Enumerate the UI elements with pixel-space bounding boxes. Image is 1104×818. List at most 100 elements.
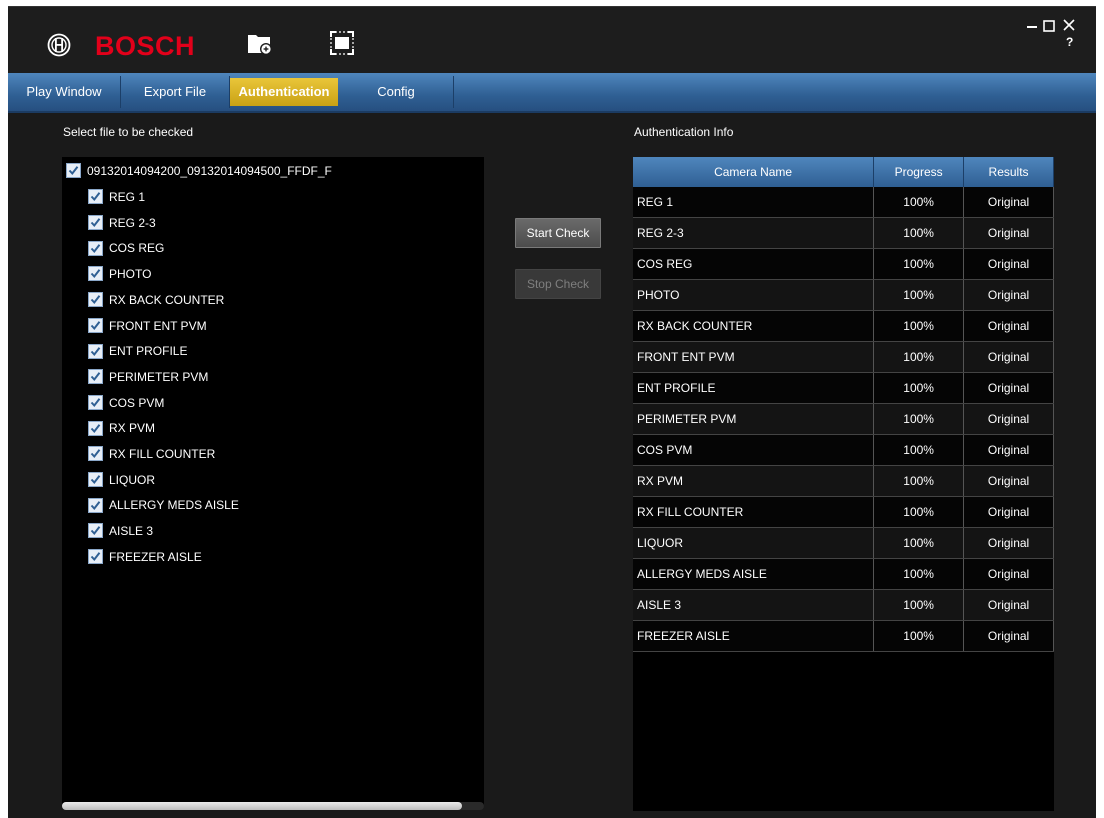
checkbox[interactable] [88,292,103,308]
tree-item[interactable]: REG 2-3 [88,213,156,233]
checkbox[interactable] [88,497,103,513]
tab-export-file[interactable]: Export File [121,76,230,108]
table-row[interactable]: FREEZER AISLE 100% Original [633,620,1054,652]
tree-item[interactable]: RX FILL COUNTER [88,444,215,464]
camera-name-cell: RX BACK COUNTER [633,310,875,342]
checkbox[interactable] [88,240,103,256]
table-row[interactable]: COS PVM 100% Original [633,434,1054,466]
result-cell: Original [963,496,1054,528]
checkbox[interactable] [88,215,103,231]
tree-root[interactable]: 09132014094200_09132014094500_FFDF_F [66,161,332,181]
tree-item[interactable]: FREEZER AISLE [88,547,202,567]
checkbox[interactable] [88,394,103,410]
table-row[interactable]: REG 1 100% Original [633,187,1054,218]
camera-name-cell: ALLERGY MEDS AISLE [633,558,875,590]
checkbox[interactable] [88,420,103,436]
table-row[interactable]: FRONT ENT PVM 100% Original [633,341,1054,373]
checkbox[interactable] [88,472,103,488]
stop-check-button[interactable]: Stop Check [515,269,601,299]
checkbox[interactable] [88,523,103,539]
tree-item-label: RX PVM [109,421,156,436]
table-row[interactable]: REG 2-3 100% Original [633,217,1054,249]
column-header-camera-name[interactable]: Camera Name [633,157,875,187]
camera-name-cell: COS REG [633,248,875,280]
progress-cell: 100% [873,217,965,249]
minimize-icon[interactable] [1026,19,1038,33]
maximize-icon[interactable] [1043,19,1055,33]
progress-cell: 100% [873,403,965,435]
tree-item[interactable]: PHOTO [88,264,151,284]
progress-cell: 100% [873,372,965,404]
tree-item[interactable]: ALLERGY MEDS AISLE [88,495,239,515]
progress-cell: 100% [873,248,965,280]
result-cell: Original [963,434,1054,466]
window-controls: ? [1026,15,1086,49]
table-row[interactable]: PERIMETER PVM 100% Original [633,403,1054,435]
camera-name-cell: FRONT ENT PVM [633,341,875,373]
tree-item[interactable]: AISLE 3 [88,521,153,541]
checkbox[interactable] [88,369,103,385]
tree-item-label: ENT PROFILE [109,344,188,359]
authentication-table-panel: Camera Name Progress Results REG 1 100% Or… [633,157,1054,811]
tree-item[interactable]: REG 1 [88,187,145,207]
tree-item[interactable]: PERIMETER PVM [88,367,208,387]
progress-cell: 100% [873,496,965,528]
column-header-results[interactable]: Results [963,157,1054,187]
result-cell: Original [963,217,1054,249]
camera-name-cell: FREEZER AISLE [633,620,875,652]
file-tree-horizontal-scrollbar[interactable] [62,802,484,810]
tree-item[interactable]: COS REG [88,238,164,258]
result-cell: Original [963,248,1054,280]
checkbox-root[interactable] [66,163,81,179]
tree-item-label: LIQUOR [109,472,156,487]
authentication-info-heading: Authentication Info [634,125,734,139]
progress-cell: 100% [873,341,965,373]
bosch-logo-icon [47,33,71,57]
camera-name-cell: REG 1 [633,187,875,218]
result-cell: Original [963,589,1054,621]
column-header-progress[interactable]: Progress [873,157,965,187]
checkbox[interactable] [88,266,103,282]
table-row[interactable]: PHOTO 100% Original [633,279,1054,311]
tree-item[interactable]: COS PVM [88,393,164,413]
camera-name-cell: AISLE 3 [633,589,875,621]
tree-item[interactable]: RX PVM [88,418,155,438]
table-row[interactable]: ENT PROFILE 100% Original [633,372,1054,404]
authentication-table: Camera Name Progress Results REG 1 100% Or… [633,157,1054,652]
progress-cell: 100% [873,434,965,466]
tab-authentication[interactable]: Authentication [230,78,338,106]
scrollbar-thumb[interactable] [62,802,462,810]
tab-config[interactable]: Config [339,76,454,108]
checkbox[interactable] [88,343,103,359]
add-folder-icon[interactable] [246,29,274,57]
file-tree-panel: 09132014094200_09132014094500_FFDF_F REG… [62,157,484,807]
checkbox[interactable] [88,549,103,565]
checkbox[interactable] [88,317,103,333]
table-row[interactable]: RX FILL COUNTER 100% Original [633,496,1054,528]
result-cell: Original [963,310,1054,342]
start-check-button[interactable]: Start Check [515,218,601,248]
progress-cell: 100% [873,620,965,652]
table-row[interactable]: ALLERGY MEDS AISLE 100% Original [633,558,1054,590]
table-row[interactable]: RX PVM 100% Original [633,465,1054,497]
table-row[interactable]: AISLE 3 100% Original [633,589,1054,621]
camera-name-cell: PERIMETER PVM [633,403,875,435]
progress-cell: 100% [873,527,965,559]
checkbox[interactable] [88,446,103,462]
tab-play-window[interactable]: Play Window [8,76,121,108]
tree-item[interactable]: ENT PROFILE [88,341,187,361]
close-icon[interactable] [1062,17,1076,33]
table-row[interactable]: RX BACK COUNTER 100% Original [633,310,1054,342]
tree-item[interactable]: LIQUOR [88,470,155,490]
table-row[interactable]: LIQUOR 100% Original [633,527,1054,559]
checkbox[interactable] [88,189,103,205]
tree-item[interactable]: FRONT ENT PVM [88,316,207,336]
tree-item-label: AISLE 3 [109,524,154,539]
fullscreen-icon[interactable] [328,29,356,57]
table-row[interactable]: COS REG 100% Original [633,248,1054,280]
result-cell: Original [963,465,1054,497]
camera-name-cell: COS PVM [633,434,875,466]
tree-item[interactable]: RX BACK COUNTER [88,290,224,310]
tree-item-label: RX FILL COUNTER [109,447,216,461]
help-icon[interactable]: ? [1066,35,1073,49]
